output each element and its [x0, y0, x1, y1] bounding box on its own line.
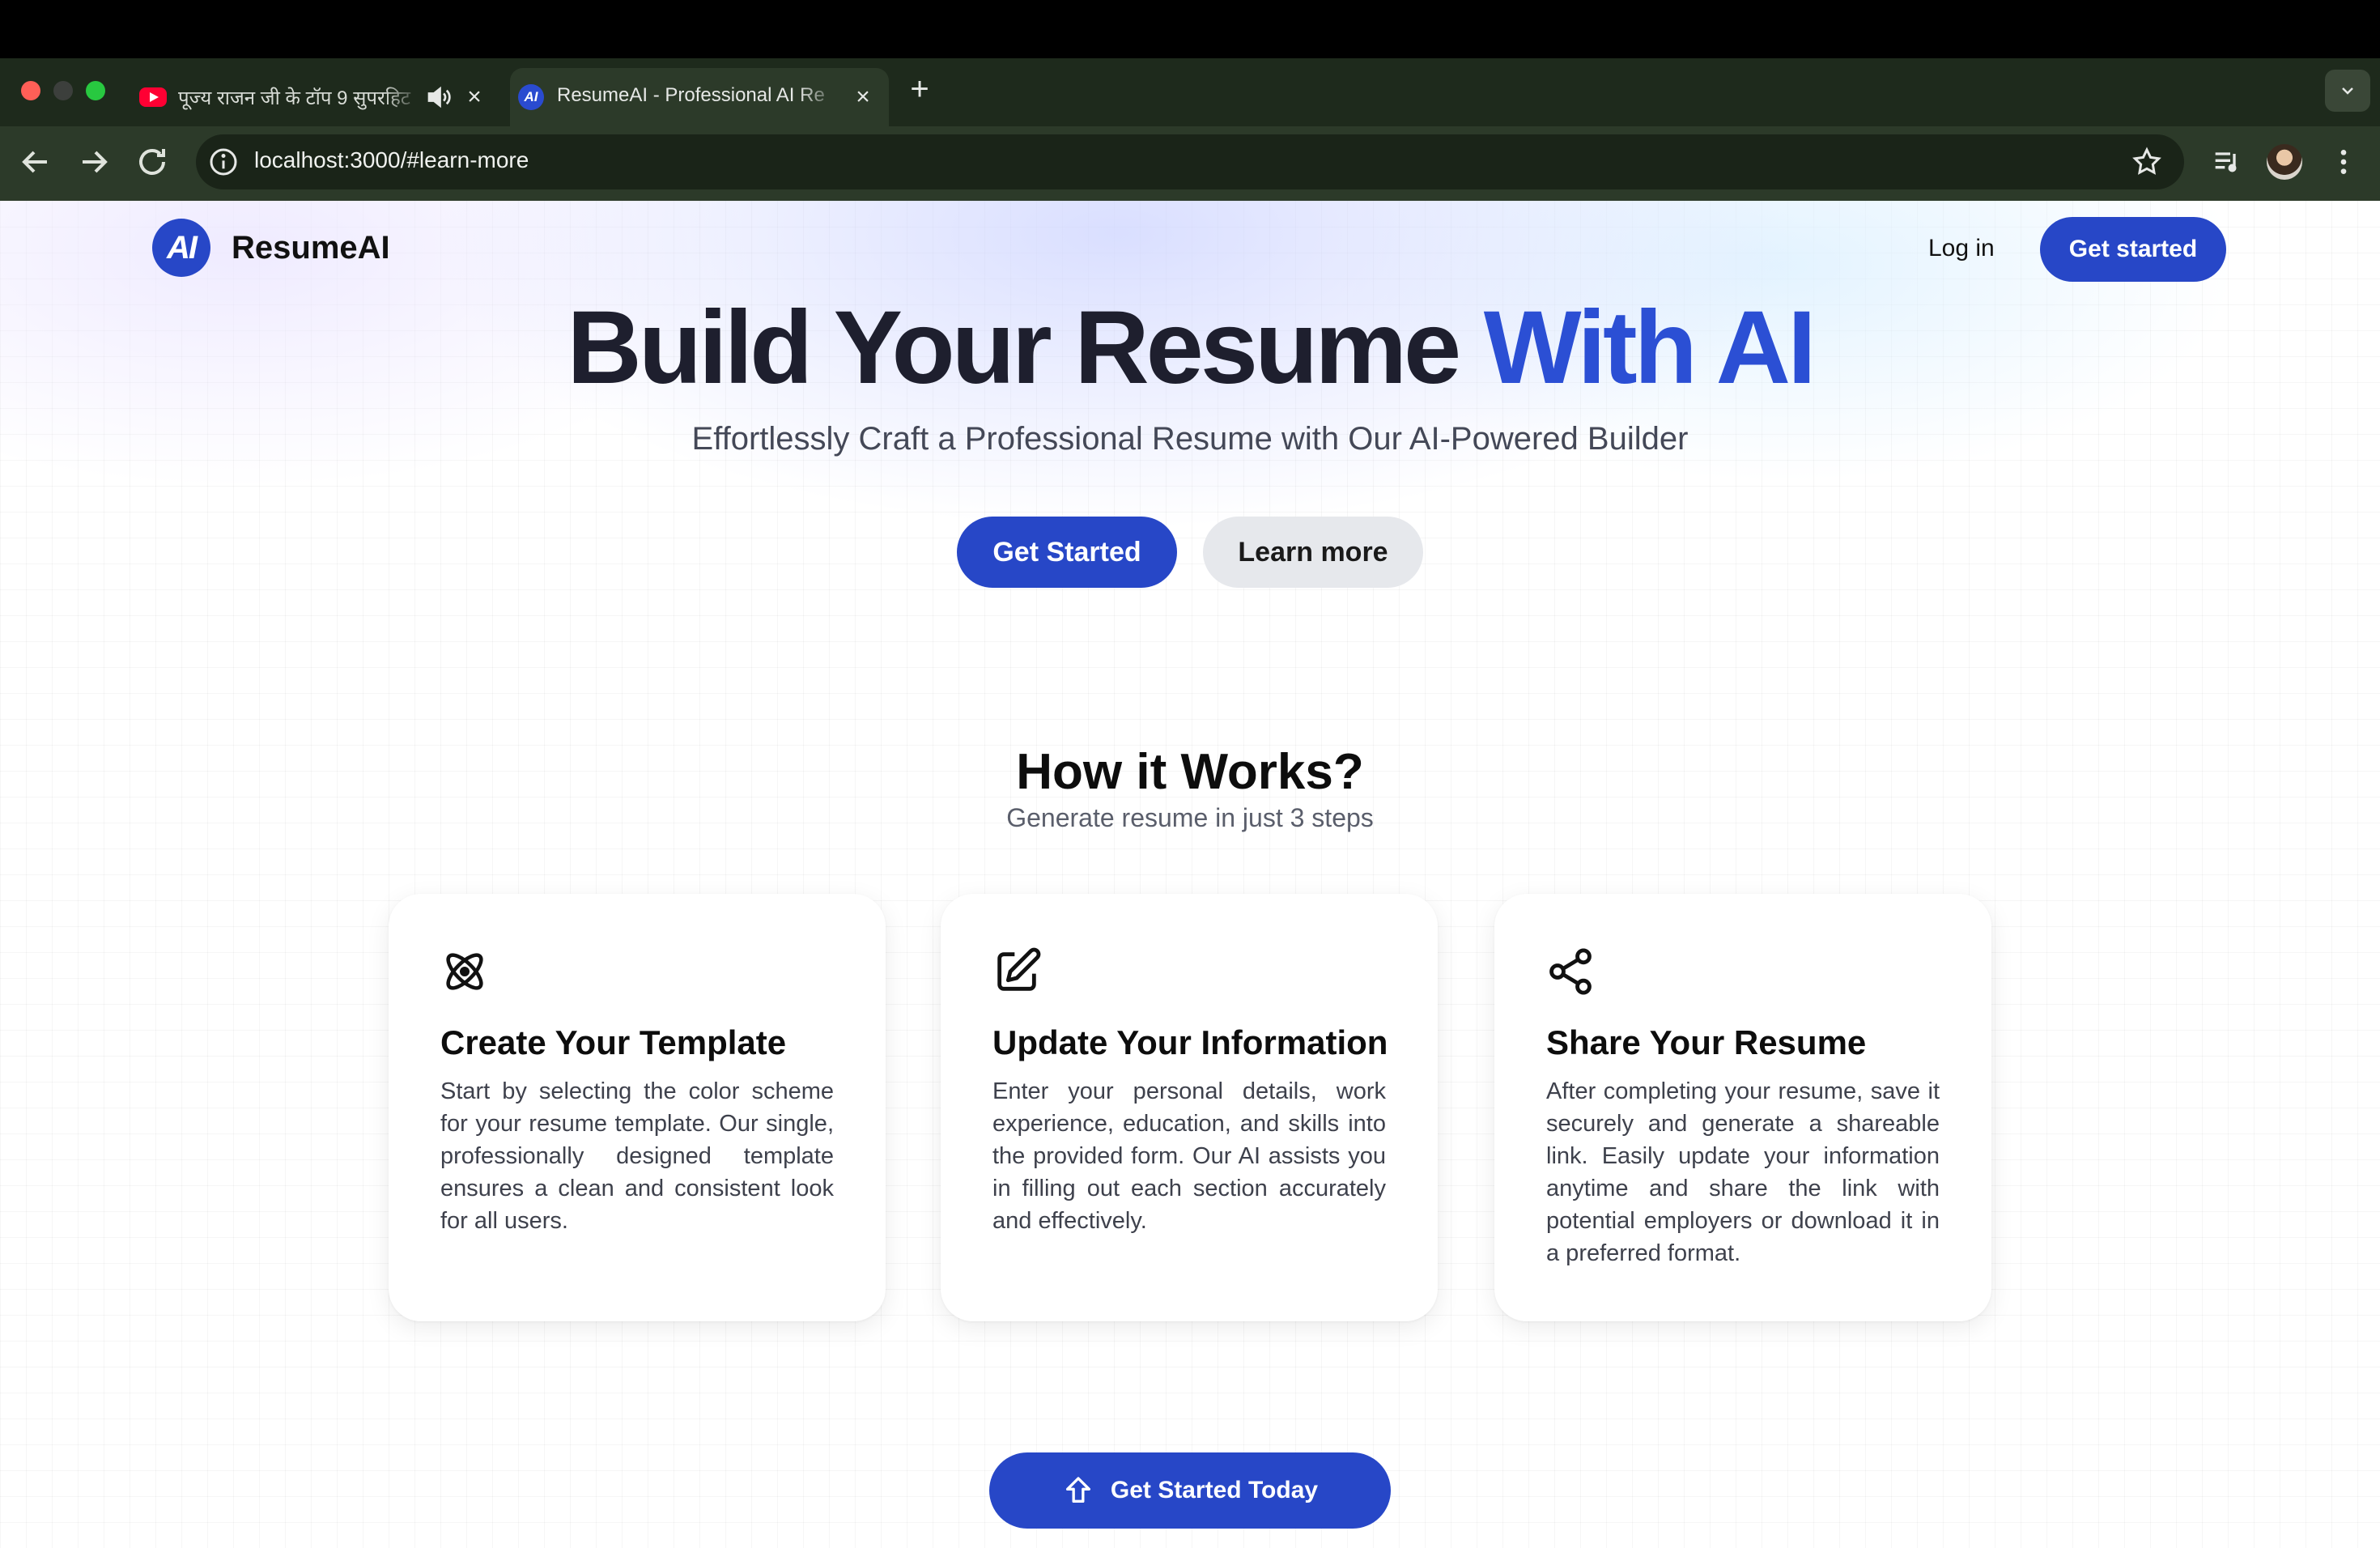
card-title: Share Your Resume: [1546, 1023, 1867, 1061]
how-it-works-subtitle: Generate resume in just 3 steps: [1006, 803, 1374, 832]
hero-title: Build Your Resume With AI: [0, 288, 2380, 407]
share-icon: [1549, 948, 1592, 995]
step-card-share: Share Your Resume After completing your …: [1494, 894, 1991, 1321]
speaker-icon[interactable]: [424, 83, 453, 112]
card-text: After completing your resume, save it se…: [1546, 1078, 1940, 1266]
hero-subtitle: Effortlessly Craft a Professional Resume…: [691, 421, 1689, 457]
maximize-window-button[interactable]: [86, 81, 105, 100]
card-title: Update Your Information: [992, 1023, 1388, 1061]
chevron-down-icon: [2342, 87, 2353, 95]
tab-search-button[interactable]: [2325, 70, 2370, 112]
youtube-icon: [139, 87, 167, 107]
tab-title: ResumeAI - Professional AI Re: [557, 84, 825, 106]
close-window-button[interactable]: [21, 81, 40, 100]
reload-icon[interactable]: [133, 142, 172, 181]
media-control-icon[interactable]: [2210, 146, 2242, 178]
new-tab-icon[interactable]: +: [902, 73, 937, 108]
brand-name[interactable]: ResumeAI: [232, 230, 390, 266]
tab-youtube[interactable]: पूज्य राजन जी के टॉप 9 सुपरहिट ×: [131, 68, 497, 126]
hero-title-accent: With AI: [1483, 290, 1817, 406]
page-content: AI ResumeAI Log in Get started Build You…: [0, 201, 2380, 1548]
close-tab-icon[interactable]: ×: [848, 83, 878, 112]
hero-title-main: Build Your Resume: [567, 290, 1461, 406]
screen-top-bar: [0, 0, 2380, 58]
how-it-works-title: How it Works?: [1016, 744, 1364, 800]
brand-logo[interactable]: AI: [152, 219, 210, 277]
step-card-information: Update Your Information Enter your perso…: [941, 894, 1438, 1321]
forward-arrow-icon[interactable]: [74, 142, 113, 181]
learn-more-button[interactable]: Learn more: [1203, 517, 1423, 588]
card-title: Create Your Template: [440, 1023, 787, 1061]
close-tab-icon[interactable]: ×: [460, 83, 489, 112]
edit-icon: [997, 947, 1041, 991]
more-options-icon[interactable]: [2331, 146, 2356, 178]
tab-title: पूज्य राजन जी के टॉप 9 सुपरहिट: [178, 87, 410, 109]
cta-label: Get Started Today: [1110, 1477, 1319, 1503]
minimize-window-button[interactable]: [53, 81, 73, 100]
atom-icon: [446, 953, 483, 990]
arrow-up-icon: [1065, 1477, 1090, 1503]
step-card-template: Create Your Template Start by selecting …: [389, 894, 886, 1321]
site-info-icon[interactable]: [207, 146, 240, 178]
profile-avatar[interactable]: [2267, 144, 2302, 180]
url-text[interactable]: localhost:3000/#learn-more: [254, 147, 529, 173]
get-started-nav-button[interactable]: Get started: [2040, 217, 2226, 282]
card-text: Enter your personal details, work experi…: [992, 1078, 1386, 1234]
login-link[interactable]: Log in: [1928, 235, 1995, 262]
tab-resumeai[interactable]: AI ResumeAI - Professional AI Re ×: [510, 68, 889, 126]
bookmark-star-icon[interactable]: [2131, 146, 2163, 178]
get-started-button[interactable]: Get Started: [957, 517, 1177, 588]
resumeai-favicon-icon: AI: [518, 84, 544, 110]
card-text: Start by selecting the color scheme for …: [440, 1078, 834, 1234]
get-started-today-button[interactable]: Get Started Today: [989, 1452, 1391, 1529]
back-arrow-icon[interactable]: [16, 142, 55, 181]
